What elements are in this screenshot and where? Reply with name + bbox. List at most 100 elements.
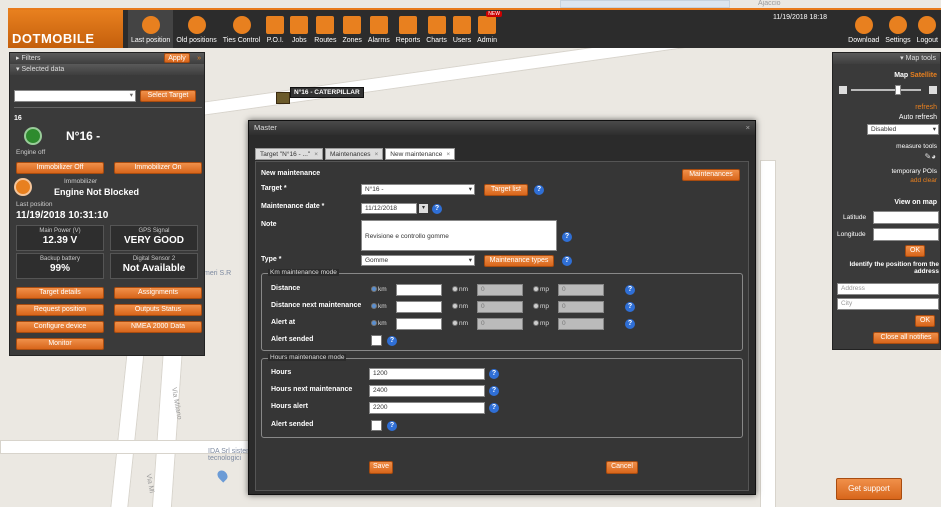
help-icon[interactable]: ?: [387, 421, 397, 431]
km-value-input[interactable]: 0: [558, 301, 604, 313]
nav-logout[interactable]: Logout: [914, 10, 941, 48]
nav-alarms[interactable]: Alarms: [365, 10, 393, 48]
get-support-button[interactable]: Get support: [836, 478, 902, 500]
immobilizer-off-button[interactable]: Immobilizer Off: [16, 162, 104, 174]
unit-radio-mp[interactable]: mp: [533, 303, 549, 310]
close-tab-icon[interactable]: ×: [375, 151, 379, 158]
nav-zones[interactable]: Zones: [339, 10, 364, 48]
unit-radio-nm[interactable]: nm: [452, 320, 468, 327]
km-value-input[interactable]: [396, 318, 442, 330]
unit-radio-km[interactable]: km: [371, 286, 387, 293]
help-icon[interactable]: ?: [562, 256, 572, 266]
hours-value-input[interactable]: 2400: [369, 385, 485, 397]
add-clear-link[interactable]: add clear: [910, 177, 937, 184]
km-value-input[interactable]: [396, 284, 442, 296]
zoom-slider-handle[interactable]: [895, 85, 901, 95]
close-tab-icon[interactable]: ×: [446, 151, 450, 158]
apply-button[interactable]: Apply: [164, 53, 190, 63]
unit-radio-mp[interactable]: mp: [533, 286, 549, 293]
km-value-input[interactable]: 0: [477, 284, 523, 296]
hours-value-input[interactable]: 1200: [369, 368, 485, 380]
nav-reports[interactable]: Reports: [393, 10, 424, 48]
collapse-icon[interactable]: »: [197, 53, 201, 64]
immobilizer-on-button[interactable]: Immobilizer On: [114, 162, 202, 174]
nav-charts[interactable]: Charts: [423, 10, 450, 48]
auto-refresh-select[interactable]: Disabled ▾: [867, 124, 939, 135]
vehicle-map-label[interactable]: N°16 - CATERPILLAR: [290, 87, 364, 98]
help-icon[interactable]: ?: [432, 204, 442, 214]
refresh-link[interactable]: refresh: [915, 104, 937, 111]
nav-jobs[interactable]: Jobs: [287, 10, 311, 48]
km-value-input[interactable]: 0: [477, 301, 523, 313]
target-details-button[interactable]: Target details: [16, 287, 104, 299]
close-icon[interactable]: ×: [746, 121, 750, 135]
close-tab-icon[interactable]: ×: [314, 151, 318, 158]
view-ok-button[interactable]: OK: [905, 245, 925, 257]
target-list-button[interactable]: Target list: [484, 184, 528, 196]
monitor-button[interactable]: Monitor: [16, 338, 104, 350]
map-pin-icon[interactable]: [215, 468, 230, 483]
zoom-slider[interactable]: [851, 89, 921, 91]
type-select[interactable]: Gomme ▾: [361, 255, 475, 266]
help-icon[interactable]: ?: [562, 232, 572, 242]
city-input[interactable]: City: [837, 298, 939, 310]
date-input[interactable]: 11/12/2018: [361, 203, 417, 214]
help-icon[interactable]: ?: [489, 386, 499, 396]
nav-users[interactable]: Users: [450, 10, 474, 48]
note-textarea[interactable]: Revisione e controllo gomme: [361, 220, 557, 251]
unit-radio-nm[interactable]: nm: [452, 303, 468, 310]
satellite-link[interactable]: Satellite: [910, 72, 937, 79]
nav-routes[interactable]: Routes: [311, 10, 339, 48]
selected-data-header[interactable]: ▾ Selected data: [10, 64, 204, 75]
unit-radio-km[interactable]: km: [371, 303, 387, 310]
cancel-button[interactable]: Cancel: [606, 461, 638, 474]
help-icon[interactable]: ?: [534, 185, 544, 195]
map-tools-header[interactable]: ▾ Map tools: [833, 53, 940, 64]
target-field[interactable]: N°16 - ▾: [361, 184, 475, 195]
nav-last-position[interactable]: Last position: [128, 10, 174, 48]
longitude-input[interactable]: [873, 228, 939, 241]
maintenances-button[interactable]: Maintenances: [682, 169, 740, 181]
select-target-button[interactable]: Select Target: [140, 90, 196, 102]
latitude-input[interactable]: [873, 211, 939, 224]
vehicle-marker-icon[interactable]: [276, 92, 290, 104]
tab-target[interactable]: Target "N°16 - ..." ×: [255, 148, 324, 160]
help-icon[interactable]: ?: [387, 336, 397, 346]
nav-admin[interactable]: Admin NEW: [474, 10, 502, 48]
unit-radio-km[interactable]: km: [371, 320, 387, 327]
nav-old-positions[interactable]: Old positions: [173, 10, 219, 48]
assignments-button[interactable]: Assignments: [114, 287, 202, 299]
measure-tool-icon[interactable]: ✎◕: [924, 152, 936, 161]
help-icon[interactable]: ?: [625, 285, 635, 295]
nav-download[interactable]: Download: [845, 10, 882, 48]
calendar-icon[interactable]: ▾: [419, 204, 428, 213]
unit-radio-nm[interactable]: nm: [452, 286, 468, 293]
outputs-status-button[interactable]: Outputs Status: [114, 304, 202, 316]
km-value-input[interactable]: 0: [558, 284, 604, 296]
save-button[interactable]: Save: [369, 461, 393, 474]
hours-alert-sended-checkbox[interactable]: [371, 420, 382, 431]
help-icon[interactable]: ?: [625, 302, 635, 312]
km-alert-sended-checkbox[interactable]: [371, 335, 382, 346]
request-position-button[interactable]: Request position: [16, 304, 104, 316]
nmea-2000-data-button[interactable]: NMEA 2000 Data: [114, 321, 202, 333]
configure-device-button[interactable]: Configure device: [16, 321, 104, 333]
help-icon[interactable]: ?: [489, 403, 499, 413]
hours-value-input[interactable]: 2200: [369, 402, 485, 414]
target-select[interactable]: ▾: [14, 90, 136, 102]
nav-ties-control[interactable]: Ties Control: [220, 10, 263, 48]
nav-p-o-i[interactable]: P.O.I.: [263, 10, 287, 48]
help-icon[interactable]: ?: [489, 369, 499, 379]
tab-new-maintenance[interactable]: New maintenance ×: [385, 148, 456, 160]
nav-settings[interactable]: Settings: [882, 10, 913, 48]
filters-header[interactable]: ▸ Filters Apply »: [10, 53, 204, 64]
km-value-input[interactable]: 0: [558, 318, 604, 330]
unit-radio-mp[interactable]: mp: [533, 320, 549, 327]
address-input[interactable]: Address: [837, 283, 939, 295]
tab-maintenances[interactable]: Maintenances ×: [325, 148, 384, 160]
address-ok-button[interactable]: OK: [915, 315, 935, 327]
close-notifies-button[interactable]: Close all notifies: [873, 332, 939, 344]
maintenance-types-button[interactable]: Maintenance types: [484, 255, 554, 267]
km-value-input[interactable]: [396, 301, 442, 313]
zoom-out-icon[interactable]: [839, 86, 847, 94]
